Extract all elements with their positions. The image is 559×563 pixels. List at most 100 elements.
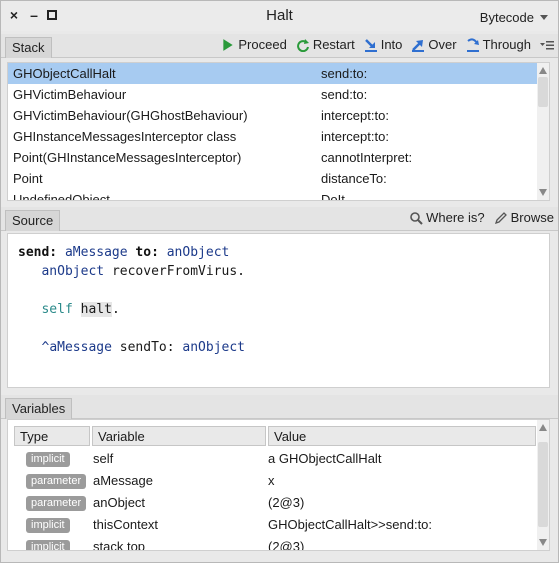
toolbar-menu-button[interactable] <box>540 40 554 50</box>
bytecode-dropdown[interactable]: Bytecode <box>480 10 548 25</box>
variables-table[interactable]: Type Variable Value implicit self a GHObje… <box>7 419 550 551</box>
restart-button[interactable]: Restart <box>296 37 355 52</box>
stack-frame-row[interactable]: GHVictimBehaviour(GHGhostBehaviour) inter… <box>8 105 538 126</box>
scroll-down-icon[interactable] <box>539 539 547 546</box>
stack-frame-row[interactable]: GHInstanceMessagesInterceptor class inter… <box>8 126 538 147</box>
code-period: . <box>111 302 120 317</box>
variable-name: thisContext <box>93 517 159 532</box>
chevron-down-icon <box>540 15 548 20</box>
frame-receiver: Point(GHInstanceMessagesInterceptor) <box>13 150 242 165</box>
method-source[interactable]: send: aMessage to: anObject anObject rec… <box>18 243 245 357</box>
bytecode-label: Bytecode <box>479 10 534 25</box>
source-editor[interactable]: send: aMessage to: anObject anObject rec… <box>7 233 550 388</box>
frame-receiver: UndefinedObject <box>13 192 110 201</box>
pencil-icon <box>494 211 507 224</box>
column-header-value[interactable]: Value <box>268 426 536 446</box>
scroll-up-icon[interactable] <box>539 424 547 431</box>
frame-selector: intercept:to: <box>321 108 389 123</box>
frame-selector: send:to: <box>321 66 368 81</box>
proceed-button[interactable]: Proceed <box>221 37 287 52</box>
magnifier-icon <box>410 211 423 225</box>
code-self: self <box>41 302 73 317</box>
step-over-label: Over <box>428 37 457 52</box>
variable-name: anObject <box>93 495 146 510</box>
variable-name: self <box>93 451 114 466</box>
variable-value: (2@3) <box>268 539 305 551</box>
variable-type-badge: implicit <box>26 452 70 467</box>
step-over-button[interactable]: Over <box>411 37 457 52</box>
step-into-button[interactable]: Into <box>364 37 403 52</box>
variable-row[interactable]: implicit self a GHObjectCallHalt <box>8 448 536 470</box>
variable-type-badge: implicit <box>26 540 70 550</box>
variable-value: x <box>268 473 275 488</box>
variable-row[interactable]: implicit stack top (2@3) <box>8 536 536 551</box>
source-toolbar: Where is? Browse <box>409 210 554 225</box>
step-through-label: Through <box>482 37 531 52</box>
step-through-icon <box>466 37 479 52</box>
code-keyword: to: <box>135 245 159 260</box>
variable-type-badge: implicit <box>26 518 70 533</box>
variable-row[interactable]: parameter anObject (2@3) <box>8 492 536 514</box>
debug-toolbar: Proceed Restart Into Over Through <box>221 37 554 52</box>
step-into-label: Into <box>380 37 403 52</box>
variable-name: stack top <box>93 539 146 551</box>
frame-receiver: GHObjectCallHalt <box>13 66 116 81</box>
stack-scrollbar[interactable] <box>537 63 549 200</box>
code-current-statement: halt <box>80 302 112 317</box>
where-is-label: Where is? <box>426 210 485 225</box>
frame-selector: distanceTo: <box>321 171 387 186</box>
variables-scrollbar[interactable] <box>537 420 549 550</box>
title-bar: × – Halt Bytecode <box>1 1 558 31</box>
step-through-button[interactable]: Through <box>466 37 531 52</box>
variable-row[interactable]: implicit thisContext GHObjectCallHalt>>sen… <box>8 514 536 536</box>
frame-receiver: GHInstanceMessagesInterceptor class <box>13 129 237 144</box>
frame-receiver: Point <box>13 171 43 186</box>
scroll-down-icon[interactable] <box>539 189 547 196</box>
frame-receiver: GHVictimBehaviour <box>13 87 127 102</box>
frame-selector: cannotInterpret: <box>321 150 413 165</box>
variable-type-badge: parameter <box>26 474 87 489</box>
column-header-type[interactable]: Type <box>14 426 90 446</box>
stack-frame-row[interactable]: UndefinedObject DoIt <box>8 189 538 201</box>
variable-value: a GHObjectCallHalt <box>268 451 382 466</box>
debugger-window: × – Halt Bytecode Stack Proceed Restart … <box>0 0 559 563</box>
code-message: recoverFromVirus. <box>111 264 245 279</box>
code-argument: aMessage <box>64 245 128 260</box>
play-icon <box>223 38 234 51</box>
variable-value: (2@3) <box>268 495 305 510</box>
browse-button[interactable]: Browse <box>494 210 554 225</box>
step-over-icon <box>412 39 425 52</box>
tab-stack[interactable]: Stack <box>5 37 52 58</box>
scroll-up-icon[interactable] <box>539 67 547 74</box>
stack-frame-row[interactable]: GHVictimBehaviour send:to: <box>8 84 538 105</box>
stack-frame-row[interactable]: Point distanceTo: <box>8 168 538 189</box>
stack-list[interactable]: GHObjectCallHalt send:to: GHVictimBehaviou… <box>7 62 550 201</box>
variable-name: aMessage <box>93 473 153 488</box>
source-header: Source Where is? Browse <box>1 207 558 231</box>
variables-header: Variables <box>1 395 558 419</box>
restart-label: Restart <box>312 37 355 52</box>
tab-source[interactable]: Source <box>5 210 61 231</box>
stack-frame-row[interactable]: GHObjectCallHalt send:to: <box>8 63 538 84</box>
code-argument: anObject <box>41 264 105 279</box>
stack-frame-row[interactable]: Point(GHInstanceMessagesInterceptor) cann… <box>8 147 538 168</box>
scroll-thumb[interactable] <box>538 442 548 527</box>
variable-value: GHObjectCallHalt>>send:to: <box>268 517 433 532</box>
more-menu-icon <box>540 40 554 49</box>
frame-selector: DoIt <box>321 192 345 201</box>
tab-variables[interactable]: Variables <box>5 398 73 419</box>
window-title: Halt <box>266 7 293 24</box>
column-header-variable[interactable]: Variable <box>92 426 266 446</box>
frame-selector: intercept:to: <box>321 129 389 144</box>
variable-type-badge: parameter <box>26 496 87 511</box>
frame-receiver: GHVictimBehaviour(GHGhostBehaviour) <box>13 108 248 123</box>
variable-row[interactable]: parameter aMessage x <box>8 470 536 492</box>
stack-header: Stack Proceed Restart Into Over Through <box>1 34 558 58</box>
code-argument: anObject <box>166 245 230 260</box>
proceed-label: Proceed <box>238 37 287 52</box>
code-message: sendTo: <box>119 340 175 355</box>
step-into-icon <box>364 38 377 52</box>
where-is-button[interactable]: Where is? <box>409 210 485 225</box>
frame-selector: send:to: <box>321 87 368 102</box>
scroll-thumb[interactable] <box>538 77 548 107</box>
